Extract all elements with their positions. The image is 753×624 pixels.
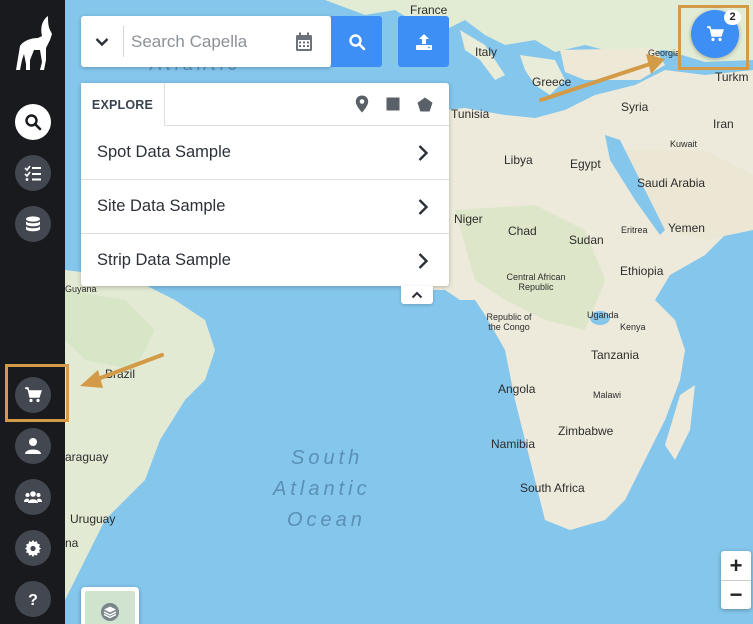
map-label: Zimbabwe (558, 424, 614, 438)
cart-icon (707, 26, 724, 42)
search-bar (81, 16, 331, 67)
map-label: Angola (498, 382, 536, 396)
sidebar-item-account[interactable] (15, 428, 51, 464)
map-label: Syria (621, 100, 649, 114)
map-label: Georgia (648, 48, 681, 58)
layers-button[interactable] (81, 587, 139, 624)
list-item-site-data-sample[interactable]: Site Data Sample (81, 180, 449, 234)
sidebar-item-help[interactable]: ? (15, 581, 51, 617)
upload-button[interactable] (398, 16, 449, 67)
map-label: Greece (532, 75, 572, 89)
map-label: Kenya (620, 322, 646, 332)
map-label: Sudan (569, 233, 604, 247)
map-label: Chad (508, 224, 537, 238)
map-label: araguay (65, 450, 109, 464)
sidebar-item-cart[interactable] (15, 377, 51, 413)
map-label: Malawi (593, 390, 622, 400)
search-icon (348, 33, 365, 50)
capella-logo (16, 16, 52, 70)
search-icon (25, 114, 42, 131)
map-label: Namibia (491, 437, 536, 451)
map-label: Tanzania (591, 348, 640, 362)
user-icon (25, 438, 41, 454)
sidebar-item-tasks[interactable] (15, 155, 51, 191)
map-label: France (410, 3, 448, 17)
sidebar: ? (0, 0, 69, 624)
map-label: Saudi Arabia (637, 176, 706, 190)
search-input[interactable] (131, 28, 281, 56)
svg-text:?: ? (28, 592, 38, 608)
ocean-label: Atlantic (273, 478, 371, 500)
map-label: Eritrea (621, 225, 648, 235)
database-icon (26, 216, 40, 232)
list-item-strip-data-sample[interactable]: Strip Data Sample (81, 234, 449, 288)
ocean-label: Ocean (287, 509, 366, 531)
layers-thumbnail (85, 591, 135, 624)
search-options-dropdown[interactable] (89, 30, 115, 54)
map-label: Uruguay (70, 512, 116, 526)
rectangle-icon (386, 97, 400, 111)
zoom-out-button[interactable]: − (721, 580, 751, 609)
sidebar-item-team[interactable] (15, 479, 51, 515)
map-label: Republic of the Congo (486, 312, 532, 332)
draw-rectangle-tool[interactable] (384, 95, 402, 113)
layers-icon (101, 603, 119, 621)
sidebar-item-database[interactable] (15, 206, 51, 242)
list-item-spot-data-sample[interactable]: Spot Data Sample (81, 126, 449, 180)
search-divider (123, 26, 124, 57)
map-label: Tunisia (451, 107, 490, 121)
map-label: Iran (713, 117, 734, 131)
zoom-in-button[interactable]: + (721, 551, 751, 580)
map-label: Italy (475, 45, 498, 59)
team-icon (24, 491, 42, 503)
chevron-right-icon (418, 253, 429, 269)
pin-icon (355, 95, 369, 113)
map-label: Uganda (587, 310, 619, 320)
upload-icon (415, 33, 432, 50)
gear-icon (25, 540, 41, 557)
map-label: Yemen (668, 221, 705, 235)
chevron-down-icon (95, 38, 109, 47)
map-label: Kuwait (670, 139, 698, 149)
map-label: Niger (454, 212, 483, 226)
map-label: Libya (504, 153, 533, 167)
calendar-icon[interactable] (295, 32, 313, 52)
chevron-up-icon (411, 291, 423, 299)
map-label: na (65, 536, 79, 550)
tab-explore[interactable]: EXPLORE (81, 83, 165, 126)
cart-count-badge: 2 (724, 10, 741, 25)
list-item-label: Strip Data Sample (97, 251, 231, 269)
map-label: Brazil (105, 367, 136, 381)
map-label: South Africa (520, 481, 585, 495)
map-label: Turkm (715, 70, 749, 84)
zoom-control: + − (721, 551, 751, 609)
list-item-label: Site Data Sample (97, 197, 226, 215)
search-submit-button[interactable] (331, 16, 382, 67)
explore-tabbar: EXPLORE (81, 83, 449, 126)
collapse-panel-button[interactable] (401, 286, 433, 304)
tasks-icon (24, 165, 41, 181)
sidebar-item-search[interactable] (15, 104, 51, 140)
list-item-label: Spot Data Sample (97, 143, 231, 161)
map-label: Central African Republic (506, 272, 566, 292)
sidebar-item-settings[interactable] (15, 530, 51, 566)
explore-panel: EXPLORE Spot Data Sample Site Data Sampl… (81, 83, 449, 286)
map-label: Ethiopia (620, 264, 664, 278)
help-icon: ? (28, 592, 38, 608)
map-label: Egypt (570, 157, 601, 171)
chevron-right-icon (418, 199, 429, 215)
polygon-icon (417, 97, 433, 111)
chevron-right-icon (418, 145, 429, 161)
cart-icon (25, 387, 42, 403)
draw-polygon-tool[interactable] (416, 95, 434, 113)
draw-point-tool[interactable] (353, 95, 371, 113)
ocean-label: South (291, 447, 364, 469)
